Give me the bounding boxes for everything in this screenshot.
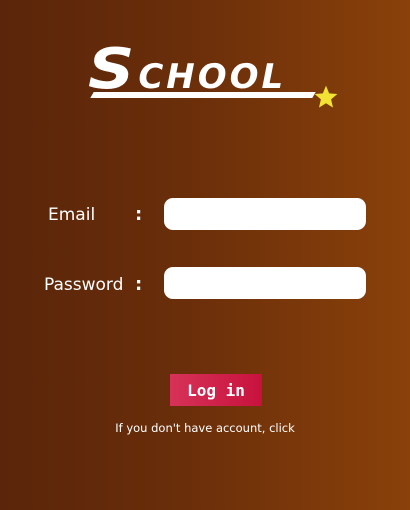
login-button[interactable]: Log in: [170, 374, 262, 406]
logo-first-letter: S: [88, 37, 137, 102]
password-field[interactable]: [164, 267, 366, 299]
logo-rest: CHOOL: [138, 57, 287, 97]
password-label: Password: [44, 275, 124, 295]
logo-underline: [90, 92, 316, 98]
signup-prompt[interactable]: If you don't have account, click: [0, 421, 410, 435]
email-colon: :: [135, 204, 143, 225]
email-row: Email :: [0, 198, 410, 232]
password-row: Password :: [0, 267, 410, 302]
email-field[interactable]: [164, 198, 366, 230]
logo-text: SCHOOL: [88, 42, 286, 98]
star-icon: [314, 85, 338, 108]
email-label: Email: [48, 205, 96, 225]
password-colon: :: [135, 274, 143, 295]
school-logo: SCHOOL: [88, 42, 350, 114]
